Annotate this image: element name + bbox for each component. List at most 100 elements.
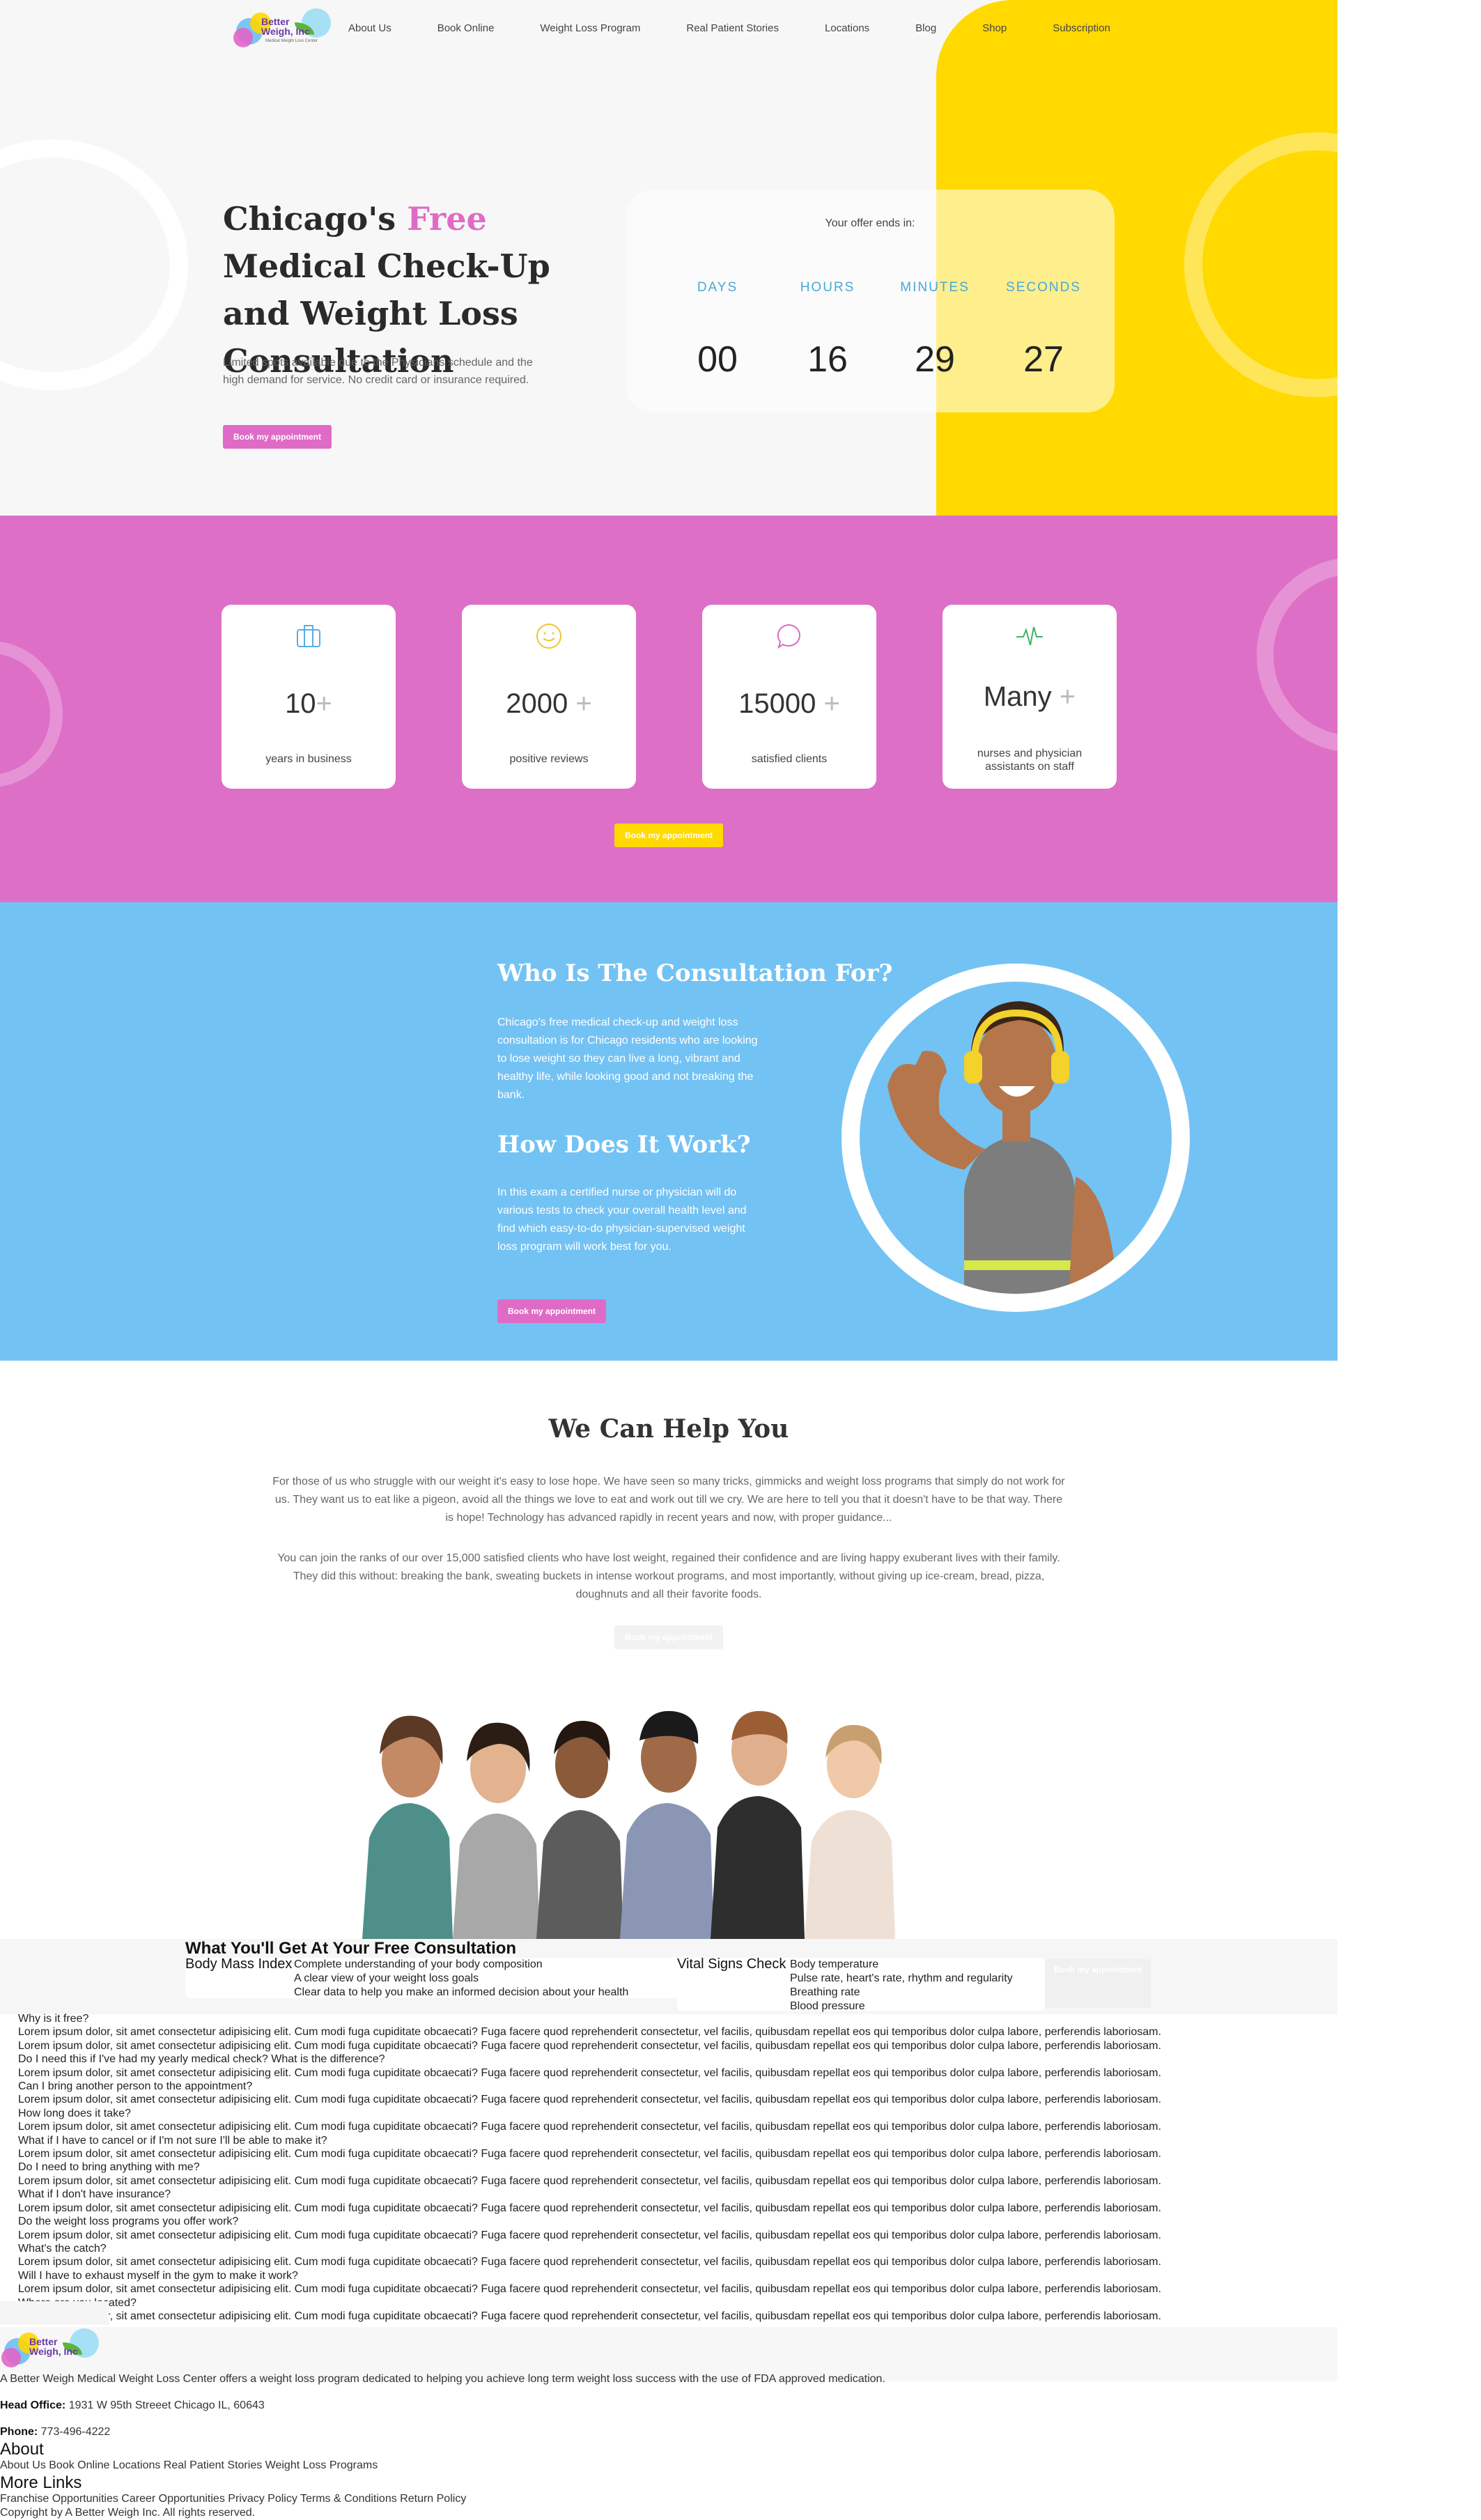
faq-question[interactable]: Can I bring another person to the appoin…: [18, 2080, 1328, 2093]
consultation-text: Chicago's free medical check-up and weig…: [497, 1016, 758, 1101]
site-header: Better Weigh, Inc Medical Weight Loss Cen…: [0, 0, 1337, 56]
footer-phone: Phone: 773-496-4222: [0, 2426, 111, 2438]
hero-subtitle: Limited spots available due to the Physi…: [223, 357, 533, 386]
faq-answer: Lorem ipsum dolor, sit amet consectetur …: [18, 2121, 1161, 2133]
countdown-timer: Your offer ends in: DAYS 00 HOURS 16 MIN…: [626, 190, 1115, 412]
help-paragraph: For those of us who struggle with our we…: [272, 1476, 1065, 1524]
main-nav: About Us Book Online Weight Loss Program…: [348, 0, 1156, 56]
footer-copyright: Copyright by A Better Weigh Inc. All rig…: [0, 2507, 256, 2519]
faq-question[interactable]: Do I need this if I've had my yearly med…: [18, 2053, 1328, 2066]
stat-label: positive reviews: [509, 753, 589, 765]
book-appointment-button[interactable]: Book my appointment: [497, 1299, 606, 1323]
benefits-title: What You'll Get At Your Free Consultatio…: [185, 1939, 517, 1958]
nav-about-us[interactable]: About Us: [348, 22, 391, 34]
faq-question[interactable]: What if I have to cancel or if I'm not s…: [18, 2134, 1328, 2147]
faq-answer: Lorem ipsum dolor, sit amet consectetur …: [18, 2094, 1161, 2106]
bmi-item: A clear view of your weight loss goals: [294, 1972, 479, 1984]
stat-card: 15000 + satisfied clients: [702, 605, 876, 789]
countdown-days: DAYS 00: [697, 280, 738, 380]
footer-about-heading: About: [0, 2440, 44, 2459]
consultation-section: Who Is The Consultation For? Chicago's f…: [0, 902, 1337, 1361]
faq-answer: Lorem ipsum dolor, sit amet consectetur …: [18, 2229, 1161, 2241]
bmi-title: Body Mass Index: [185, 1956, 293, 1972]
nav-subscription[interactable]: Subscription: [1053, 22, 1110, 34]
nav-locations[interactable]: Locations: [825, 22, 869, 34]
woman-photo: [860, 982, 1172, 1294]
vital-item: Body temperature: [790, 1958, 879, 1970]
footer-more-heading: More Links: [0, 2473, 82, 2492]
chat-bubble-icon: [775, 621, 804, 651]
faq-answer: Lorem ipsum dolor, sit amet consectetur …: [18, 2148, 1161, 2160]
consultation-heading: Who Is The Consultation For?: [497, 959, 893, 987]
briefcase-icon: [294, 621, 323, 651]
hero-title-highlight: Free: [407, 200, 487, 238]
help-paragraph: You can join the ranks of our over 15,00…: [277, 1552, 1060, 1600]
faq-question[interactable]: Do the weight loss programs you offer wo…: [18, 2215, 1328, 2228]
faq-answer: Lorem ipsum dolor, sit amet consectetur …: [18, 2256, 1161, 2268]
stats-section: 10+ years in business 2000 + positive re…: [0, 516, 1337, 902]
stat-number: 10+: [285, 688, 332, 719]
nav-real-patient-stories[interactable]: Real Patient Stories: [686, 22, 779, 34]
faq-answer: Lorem ipsum dolor, sit amet consectetur …: [18, 2202, 1161, 2214]
faq-answer: Lorem ipsum dolor, sit amet consectetur …: [18, 2066, 1161, 2079]
decorative-ring: [1257, 557, 1337, 752]
pulse-icon: [1015, 621, 1044, 651]
offer-label: Your offer ends in:: [825, 217, 915, 229]
woman-photo-frame: [842, 964, 1190, 1312]
book-appointment-button[interactable]: Book my appointment: [1045, 1959, 1151, 2008]
book-appointment-button[interactable]: Book my appointment: [614, 1625, 723, 1649]
vital-signs-title: Vital Signs Check: [677, 1956, 786, 1972]
footer-about-links[interactable]: About Us Book Online Locations Real Pati…: [0, 2459, 378, 2472]
nav-book-online[interactable]: Book Online: [437, 22, 495, 34]
footer-office: Head Office: 1931 W 95th Streeet Chicago…: [0, 2399, 265, 2411]
countdown-seconds: SECONDS 27: [1006, 280, 1081, 380]
site-logo[interactable]: Better Weigh, Inc Medical Weight Loss Cen…: [233, 4, 331, 52]
footer-description: A Better Weigh Medical Weight Loss Cente…: [0, 2373, 885, 2385]
faq-answer: Lorem ipsum dolor, sit amet consectetur …: [18, 2039, 1161, 2052]
faq-answer: Lorem ipsum dolor, sit amet consectetur …: [18, 2026, 1161, 2039]
faq-list: Why is it free? Lorem ipsum dolor, sit a…: [18, 2012, 1328, 2323]
book-appointment-button[interactable]: Book my appointment: [223, 425, 332, 449]
countdown-hours: HOURS 16: [800, 280, 855, 380]
bmi-item: Clear data to help you make an informed …: [294, 1986, 629, 1998]
help-heading: We Can Help You: [548, 1414, 789, 1444]
stat-label: satisfied clients: [751, 753, 828, 765]
decorative-ring: [0, 641, 63, 787]
faq-question[interactable]: Where are you located?: [18, 2296, 1328, 2310]
stat-number: 15000 +: [738, 688, 840, 719]
stat-number: Many +: [983, 681, 1076, 712]
phone-link[interactable]: 773-496-4222: [38, 2426, 111, 2438]
faq-question[interactable]: What if I don't have insurance?: [18, 2188, 1328, 2201]
vital-item: Pulse rate, heart's rate, rhythm and reg…: [790, 1972, 1013, 1984]
nav-shop[interactable]: Shop: [982, 22, 1007, 34]
faq-button[interactable]: [0, 2301, 109, 2325]
decorative-ring: [0, 139, 188, 390]
bmi-item: Complete understanding of your body comp…: [294, 1958, 543, 1970]
faq-question[interactable]: What's the catch?: [18, 2242, 1328, 2255]
smile-icon: [534, 621, 564, 651]
group-photo: [313, 1699, 1010, 1939]
nav-blog[interactable]: Blog: [915, 22, 936, 34]
faq-question[interactable]: Do I need to bring anything with me?: [18, 2160, 1328, 2174]
stat-card: 10+ years in business: [222, 605, 396, 789]
stat-card: 2000 + positive reviews: [462, 605, 636, 789]
faq-answer: Lorem ipsum dolor, sit amet consectetur …: [18, 2283, 1161, 2296]
faq-question[interactable]: How long does it take?: [18, 2107, 1328, 2120]
vital-item: Blood pressure: [790, 2000, 865, 2012]
stat-card: Many + nurses and physician assistants o…: [943, 605, 1117, 789]
vital-item: Breathing rate: [790, 1986, 860, 1998]
hero-section: Chicago's Free Medical Check-Up and Weig…: [0, 0, 1337, 516]
faq-question[interactable]: Why is it free?: [18, 2012, 1328, 2025]
footer-logo[interactable]: Better Weigh, Inc: [1, 2324, 99, 2372]
faq-question[interactable]: Will I have to exhaust myself in the gym…: [18, 2269, 1328, 2282]
stat-label: years in business: [265, 753, 352, 765]
stat-number: 2000 +: [506, 688, 592, 719]
how-it-works-heading: How Does It Work?: [497, 1131, 751, 1159]
footer-more-links[interactable]: Franchise Opportunities Career Opportuni…: [0, 2493, 466, 2505]
book-appointment-button[interactable]: Book my appointment: [614, 824, 723, 847]
stat-label: nurses and physician assistants on staff: [977, 748, 1083, 773]
countdown-minutes: MINUTES 29: [900, 280, 970, 380]
nav-weight-loss-program[interactable]: Weight Loss Program: [540, 22, 640, 34]
faq-answer: Lorem ipsum dolor, sit amet consectetur …: [18, 2310, 1161, 2322]
faq-answer: Lorem ipsum dolor, sit amet consectetur …: [18, 2174, 1161, 2187]
